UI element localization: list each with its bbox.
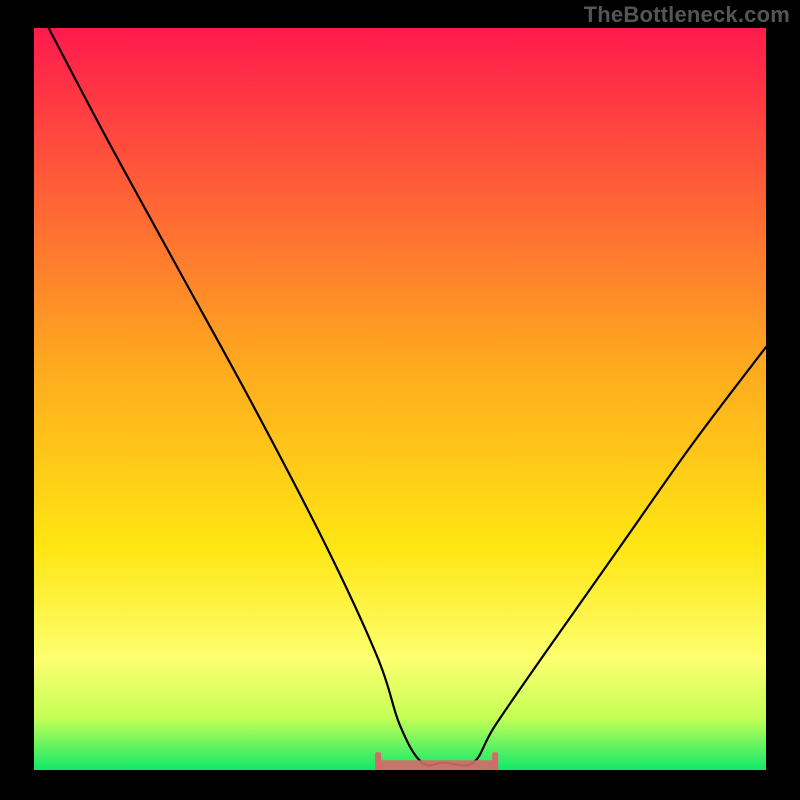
watermark-text: TheBottleneck.com (584, 2, 790, 28)
chart-svg (34, 28, 766, 770)
plot-area (34, 28, 766, 770)
chart-container: TheBottleneck.com (0, 0, 800, 800)
gradient-bg (34, 28, 766, 770)
